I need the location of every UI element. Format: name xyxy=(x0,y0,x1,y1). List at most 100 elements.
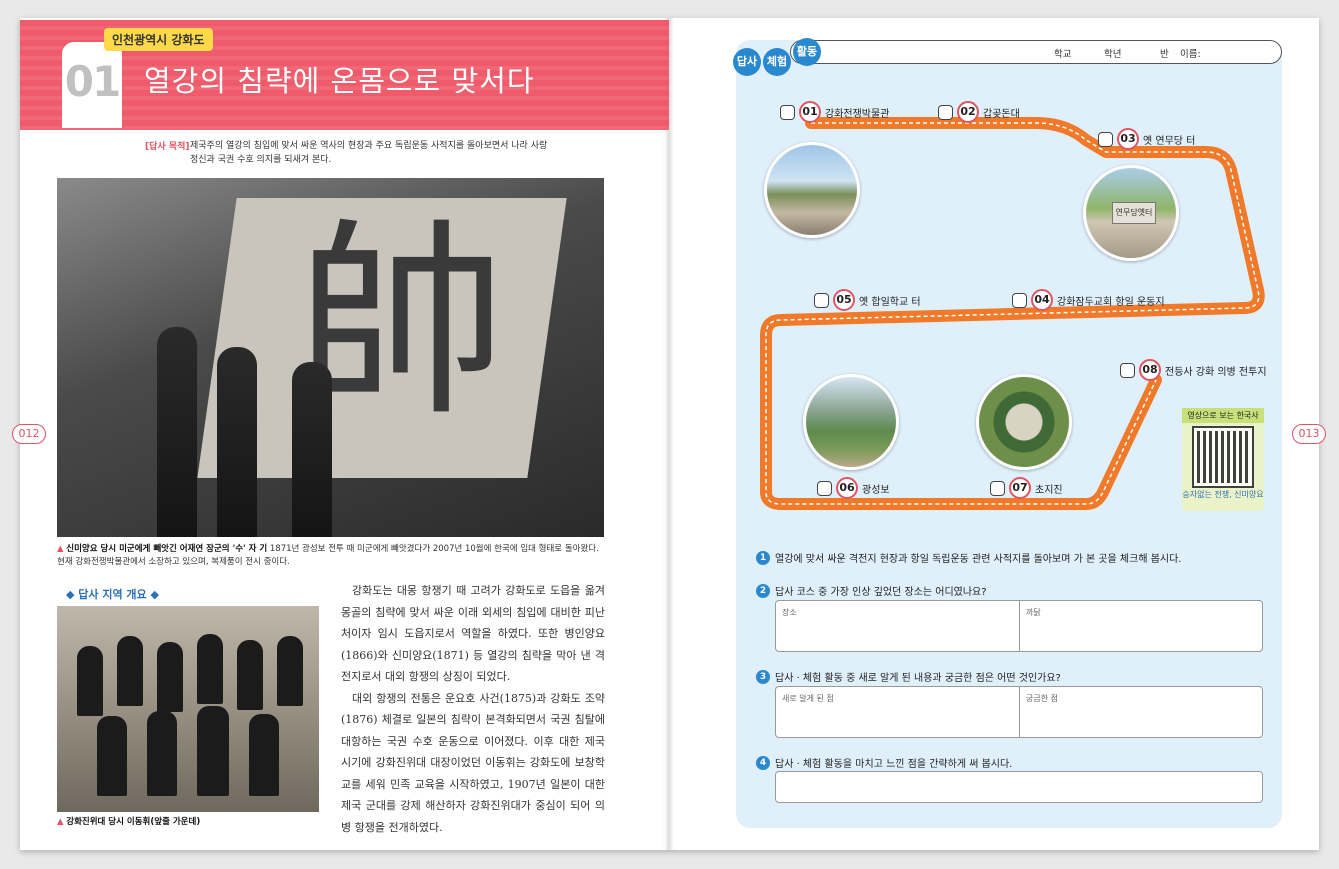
stop-07: 07 초지진 xyxy=(990,477,1063,499)
answer-field-curious[interactable]: 궁금한 점 xyxy=(1019,687,1262,737)
stop-pin: 06 xyxy=(836,477,858,499)
yeonmudang-sign: 연무당옛터 xyxy=(1112,202,1156,224)
question-1: 1 열강에 맞서 싸운 격전지 현장과 항일 독립운동 관련 사적지를 돌아보며 … xyxy=(756,550,1181,565)
stop-08: 08 전등사 강화 의병 전투지 xyxy=(1120,359,1267,381)
person-figure xyxy=(249,714,279,796)
page-number-right: 013 xyxy=(1292,424,1326,444)
stop-checkbox[interactable] xyxy=(938,104,953,120)
caption-triangle-icon: ▲ xyxy=(57,544,67,554)
person-figure xyxy=(77,646,103,716)
stop-label: 강화전쟁박물관 xyxy=(825,108,890,120)
name-bar[interactable] xyxy=(790,40,1282,64)
stop-checkbox[interactable] xyxy=(817,480,832,496)
question-3: 3 답사 · 체험 활동 중 새로 알게 된 내용과 궁금한 점은 어떤 것인가요… xyxy=(756,669,1061,684)
stop-pin: 02 xyxy=(957,101,979,123)
stop-label: 전등사 강화 의병 전투지 xyxy=(1165,366,1267,378)
answer-box-3[interactable]: 새로 알게 된 점 궁금한 점 xyxy=(775,686,1263,738)
chojijin-photo xyxy=(976,374,1072,470)
museum-photo xyxy=(764,142,860,238)
question-number: 4 xyxy=(756,755,770,770)
answer-box-2[interactable]: 장소 까닭 xyxy=(775,600,1263,652)
stop-02: 02 갑곶돈대 xyxy=(938,101,1020,123)
question-number: 2 xyxy=(756,583,770,598)
stop-checkbox[interactable] xyxy=(780,104,795,120)
soldier-figure xyxy=(217,347,257,537)
question-2: 2 답사 코스 중 가장 인상 깊었던 장소는 어디였나요? xyxy=(756,583,987,598)
stop-pin: 05 xyxy=(833,289,855,311)
flag-photo-caption: ▲ 신미양요 당시 미군에게 빼앗긴 어재연 장군의 '수' 자 기 1871년… xyxy=(57,543,607,569)
page-number-left: 012 xyxy=(12,424,46,444)
question-text: 열강에 맞서 싸운 격전지 현장과 항일 독립운동 관련 사적지를 돌아보며 가… xyxy=(775,554,1182,565)
school-label: 학교 xyxy=(1054,49,1072,60)
qr-box: 영상으로 보는 한국사 승자없는 전쟁, 신미양요 xyxy=(1182,408,1264,511)
stop-04: 04 강화잠두교회 항일 운동지 xyxy=(1012,289,1165,311)
badge-word-2: 체험 xyxy=(763,48,791,76)
qr-code-icon[interactable] xyxy=(1192,426,1254,488)
stop-label: 광성보 xyxy=(862,484,890,496)
caption-bold: 신미양요 당시 미군에게 빼앗긴 어재연 장군의 '수' 자 기 xyxy=(66,544,268,554)
flag-photo: 帥 xyxy=(57,178,604,537)
stop-pin: 03 xyxy=(1117,128,1139,150)
badge-word-1: 답사 xyxy=(733,48,761,76)
question-text: 답사 · 체험 활동을 마치고 느낀 점을 간략하게 써 봅시다. xyxy=(775,759,1013,770)
question-4: 4 답사 · 체험 활동을 마치고 느낀 점을 간략하게 써 봅시다. xyxy=(756,755,1012,770)
stop-05: 05 옛 합일학교 터 xyxy=(814,289,921,311)
stop-label: 옛 합일학교 터 xyxy=(859,296,921,308)
stop-label: 옛 연무당 터 xyxy=(1143,135,1196,147)
jinwidae-photo xyxy=(57,606,319,812)
question-number: 1 xyxy=(756,550,770,565)
qr-caption: 승자없는 전쟁, 신미양요 xyxy=(1182,490,1264,499)
qr-title: 영상으로 보는 한국사 xyxy=(1182,408,1264,423)
page-title: 열강의 침략에 온몸으로 맞서다 xyxy=(144,64,535,98)
soldier-figure xyxy=(157,327,197,537)
stop-checkbox[interactable] xyxy=(1012,292,1027,308)
badge-word-3: 활동 xyxy=(793,38,821,66)
stop-label: 갑곶돈대 xyxy=(983,108,1020,120)
activity-badge: 답사 체험 활동 xyxy=(733,38,825,78)
person-figure xyxy=(197,634,223,704)
person-figure xyxy=(157,642,183,712)
overview-paragraph-1: 강화도는 대몽 항쟁기 때 고려가 강화도로 도읍을 옮겨 몽골의 침략에 맞서… xyxy=(341,584,605,683)
chapter-number: 01 xyxy=(64,57,121,106)
person-figure xyxy=(147,711,177,796)
stop-label: 초지진 xyxy=(1035,484,1063,496)
stop-pin: 07 xyxy=(1009,477,1031,499)
person-figure xyxy=(97,716,127,796)
stop-checkbox[interactable] xyxy=(990,480,1005,496)
stop-03: 03 옛 연무당 터 xyxy=(1098,128,1195,150)
question-number: 3 xyxy=(756,669,770,684)
question-text: 답사 코스 중 가장 인상 깊었던 장소는 어디였나요? xyxy=(775,587,987,598)
stop-06: 06 광성보 xyxy=(817,477,890,499)
stop-pin: 08 xyxy=(1139,359,1161,381)
gwangseongbo-photo xyxy=(803,374,899,470)
person-figure xyxy=(197,706,229,796)
jinwidae-caption: ▲ 강화진위대 당시 이동휘(앞줄 가운데) xyxy=(57,816,200,829)
caption-text: 강화진위대 당시 이동휘(앞줄 가운데) xyxy=(66,817,201,827)
soldier-figure xyxy=(292,362,332,537)
purpose-label: [답사 목적] xyxy=(145,142,190,152)
person-figure xyxy=(277,636,303,706)
chapter-number-box: 01 xyxy=(62,42,122,128)
stop-label: 강화잠두교회 항일 운동지 xyxy=(1057,296,1165,308)
stop-checkbox[interactable] xyxy=(1098,131,1113,147)
answer-field-place[interactable]: 장소 xyxy=(776,601,1019,651)
stop-pin: 01 xyxy=(799,101,821,123)
overview-heading: ◆ 답사 지역 개요 ◆ xyxy=(66,588,159,601)
purpose-text: 제국주의 열강의 침입에 맞서 싸운 역사의 현장과 주요 독립운동 사적지를 … xyxy=(190,141,548,165)
yeonmudang-photo: 연무당옛터 xyxy=(1083,165,1179,261)
answer-box-4[interactable] xyxy=(775,771,1263,803)
overview-body: 강화도는 대몽 항쟁기 때 고려가 강화도로 도읍을 옮겨 몽골의 침략에 맞서… xyxy=(341,580,605,838)
book-spine xyxy=(664,18,674,850)
stop-01: 01 강화전쟁박물관 xyxy=(780,101,889,123)
answer-field-reason[interactable]: 까닭 xyxy=(1019,601,1262,651)
stop-checkbox[interactable] xyxy=(1120,362,1135,378)
answer-field-learned[interactable]: 새로 알게 된 점 xyxy=(776,687,1019,737)
caption-triangle-icon: ▲ xyxy=(57,817,67,827)
stop-checkbox[interactable] xyxy=(814,292,829,308)
region-tag: 인천광역시 강화도 xyxy=(104,28,213,51)
stop-pin: 04 xyxy=(1031,289,1053,311)
grade-label: 학년 xyxy=(1104,49,1122,60)
person-figure xyxy=(237,640,263,710)
question-text: 답사 · 체험 활동 중 새로 알게 된 내용과 궁금한 점은 어떤 것인가요? xyxy=(775,673,1061,684)
overview-paragraph-2: 대외 항쟁의 전통은 운요호 사건(1875)과 강화도 조약(1876) 체결… xyxy=(341,691,605,834)
